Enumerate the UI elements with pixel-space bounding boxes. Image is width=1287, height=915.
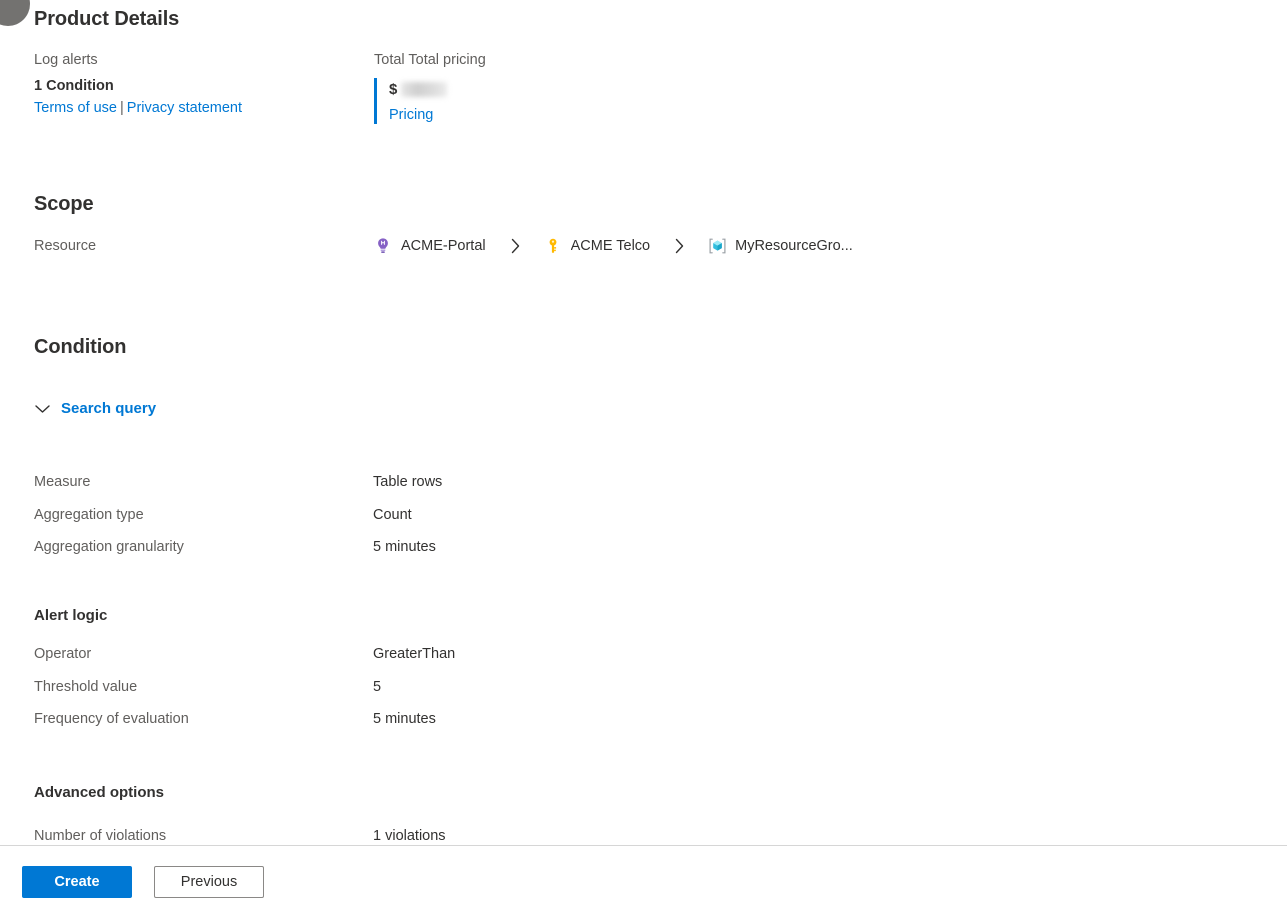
breadcrumb-item-label: ACME Telco	[570, 238, 651, 254]
condition-count-value: 1 Condition	[34, 78, 114, 94]
total-pricing-heading: Total Total pricing	[374, 52, 486, 68]
key-icon	[543, 236, 563, 256]
breadcrumb-item-label: MyResourceGro...	[735, 238, 853, 254]
breadcrumb-item-label: ACME-Portal	[401, 238, 486, 254]
links-separator: |	[120, 100, 124, 116]
aggregation-type-value: Count	[373, 507, 412, 523]
aggregation-type-label: Aggregation type	[34, 507, 144, 523]
breadcrumb-item-resource-group[interactable]: MyResourceGro...	[707, 236, 853, 256]
operator-row: Operator GreaterThan	[34, 646, 1034, 673]
previous-button[interactable]: Previous	[154, 866, 264, 898]
operator-value: GreaterThan	[373, 646, 456, 662]
legal-links: Terms of use | Privacy statement	[34, 99, 374, 117]
aggregation-granularity-label: Aggregation granularity	[34, 539, 184, 555]
resource-label: Resource	[34, 238, 97, 254]
resource-group-icon	[707, 236, 727, 256]
total-pricing-column: Total Total pricing $ Pricing	[374, 52, 714, 124]
search-query-label: Search query	[61, 400, 157, 417]
measure-value: Table rows	[373, 474, 443, 490]
condition-title: Condition	[34, 336, 127, 358]
terms-of-use-link[interactable]: Terms of use	[34, 100, 117, 116]
threshold-value-row: Threshold value 5	[34, 679, 1034, 706]
product-details-title: Product Details	[34, 8, 180, 30]
review-content-scroll-area[interactable]: Product Details Log alerts 1 Condition T…	[0, 0, 1287, 845]
pricing-link[interactable]: Pricing	[389, 107, 433, 123]
scope-resource-row: Resource ACME-Portal ACME Telco MyResour…	[34, 236, 1134, 256]
footer-buttons: Create Previous	[22, 866, 264, 898]
redacted-price-value	[401, 81, 448, 97]
advanced-options-title: Advanced options	[34, 784, 165, 801]
threshold-value-value: 5	[373, 679, 382, 695]
frequency-of-evaluation-row: Frequency of evaluation 5 minutes	[34, 711, 1034, 738]
number-of-violations-label: Number of violations	[34, 828, 167, 844]
chevron-down-icon	[34, 403, 51, 415]
measure-row: Measure Table rows	[34, 474, 1034, 501]
currency-symbol: $	[389, 80, 398, 98]
product-details-columns: Log alerts 1 Condition Terms of use | Priv…	[34, 52, 1034, 124]
breadcrumb-item-workspace[interactable]: ACME Telco	[543, 236, 651, 256]
log-alerts-heading: Log alerts	[34, 52, 98, 68]
subscription-bulb-icon	[373, 236, 393, 256]
pricing-block: $ Pricing	[374, 78, 714, 124]
aggregation-type-row: Aggregation type Count	[34, 507, 1034, 534]
price-amount-row: $	[389, 78, 714, 100]
breadcrumb: ACME-Portal ACME Telco MyResourceGro...	[373, 236, 853, 256]
log-alerts-column: Log alerts 1 Condition Terms of use | Priv…	[34, 52, 374, 124]
threshold-value-label: Threshold value	[34, 679, 138, 695]
scope-title: Scope	[34, 193, 94, 215]
number-of-violations-value: 1 violations	[373, 828, 446, 844]
alert-logic-title: Alert logic	[34, 607, 108, 624]
number-of-violations-row: Number of violations 1 violations	[34, 828, 1034, 845]
breadcrumb-item-subscription[interactable]: ACME-Portal	[373, 236, 486, 256]
frequency-of-evaluation-label: Frequency of evaluation	[34, 711, 189, 727]
aggregation-granularity-row: Aggregation granularity 5 minutes	[34, 539, 1034, 566]
operator-label: Operator	[34, 646, 92, 662]
azure-create-alert-rule-review-page: Product Details Log alerts 1 Condition T…	[0, 0, 1287, 915]
search-query-toggle[interactable]: Search query	[34, 400, 156, 417]
measure-label: Measure	[34, 474, 91, 490]
frequency-of-evaluation-value: 5 minutes	[373, 711, 436, 727]
wizard-footer: Create Previous	[0, 845, 1287, 915]
chevron-right-icon	[510, 238, 521, 254]
chevron-right-icon	[674, 238, 685, 254]
aggregation-granularity-value: 5 minutes	[373, 539, 436, 555]
privacy-statement-link[interactable]: Privacy statement	[127, 100, 242, 116]
create-button[interactable]: Create	[22, 866, 132, 898]
